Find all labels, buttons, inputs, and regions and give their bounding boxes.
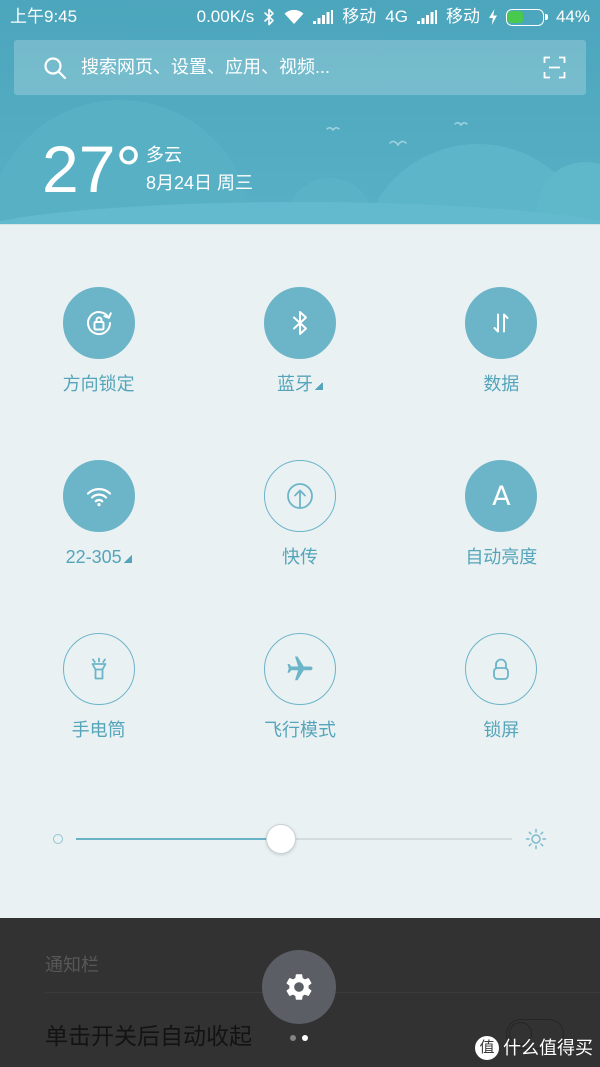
toggle-label: 22-305 <box>66 546 132 568</box>
expand-indicator-icon[interactable] <box>314 382 323 390</box>
toggle-label: 锁屏 <box>483 719 519 741</box>
wifi-icon <box>86 488 111 507</box>
toggle-button[interactable] <box>263 287 336 359</box>
charging-icon <box>488 9 497 25</box>
battery-level-fill <box>508 11 523 23</box>
gear-icon <box>286 974 312 1000</box>
bluetooth-icon <box>292 311 307 335</box>
status-bar: 上午9:45 0.00K/s 移动 4G 移动 44% <box>0 0 600 34</box>
toggle-label-text: 方向锁定 <box>62 374 135 394</box>
toggle-label-text: 手电筒 <box>71 720 126 740</box>
battery-icon <box>505 8 548 26</box>
brightness-slider[interactable] <box>76 824 512 854</box>
search-bar[interactable]: 搜索网页、设置、应用、视频... <box>14 40 586 95</box>
search-input[interactable]: 搜索网页、设置、应用、视频... <box>81 40 330 95</box>
toggle-quick-transfer[interactable]: 快传 <box>199 460 400 633</box>
toggle-label-text: 数据 <box>483 374 520 394</box>
temperature[interactable]: 27° <box>42 136 142 202</box>
toggle-airplane-mode[interactable]: 飞行模式 <box>199 633 400 806</box>
toggle-rotation-lock[interactable]: 方向锁定 <box>0 287 199 460</box>
rotation-lock-icon <box>86 311 112 336</box>
bluetooth-icon <box>263 8 275 26</box>
toggle-label: 方向锁定 <box>63 373 135 395</box>
toggle-button[interactable] <box>263 633 336 705</box>
flashlight-icon <box>91 657 107 680</box>
wifi-icon <box>284 9 304 25</box>
settings-button[interactable] <box>262 950 336 1024</box>
toggle-label: 自动亮度 <box>465 546 537 568</box>
quick-transfer-icon <box>287 483 313 509</box>
toggle-label: 快传 <box>282 546 318 568</box>
toggle-button[interactable] <box>62 460 135 532</box>
toggle-label: 手电筒 <box>72 719 126 741</box>
section-header: 通知栏 <box>45 955 99 975</box>
signal-icon <box>313 10 334 24</box>
search-icon <box>44 57 67 80</box>
toggle-button[interactable] <box>62 287 135 359</box>
screen: 上午9:45 0.00K/s 移动 4G 移动 44% 搜索网页、设置、应用、视… <box>0 0 600 1067</box>
toggle-label-text: 飞行模式 <box>263 720 336 740</box>
brightness-slider-thumb[interactable] <box>265 824 296 854</box>
carrier-label: 移动 <box>342 7 377 26</box>
brightness-low-icon <box>53 834 63 844</box>
weather-date: 8月24日 周三 <box>146 173 254 193</box>
toggle-wifi[interactable]: 22-305 <box>0 460 199 633</box>
net-speed: 0.00K/s <box>196 7 255 26</box>
scan-icon[interactable] <box>543 56 566 79</box>
toggle-button[interactable]: A <box>465 460 538 532</box>
page-indicator <box>290 1035 314 1041</box>
page-dot[interactable] <box>302 1035 308 1041</box>
toggle-flashlight[interactable]: 手电筒 <box>0 633 199 806</box>
header: 上午9:45 0.00K/s 移动 4G 移动 44% 搜索网页、设置、应用、视… <box>0 0 600 224</box>
status-time: 上午9:45 <box>10 7 78 26</box>
mobile-data-icon <box>493 313 509 333</box>
weather-condition: 多云 <box>146 145 182 165</box>
toggle-button[interactable] <box>62 633 135 705</box>
toggle-button[interactable] <box>263 460 336 532</box>
toggle-grid: 方向锁定 蓝牙 数据 22-305 快传 A 自动亮度 手电筒 飞行模式 锁屏 <box>0 287 600 806</box>
brightness-slider-fill <box>76 838 281 840</box>
battery-percent: 44% <box>555 7 590 26</box>
toggle-label-text: 蓝牙 <box>276 374 313 394</box>
brightness-high-icon <box>525 828 547 850</box>
quick-settings-panel: 方向锁定 蓝牙 数据 22-305 快传 A 自动亮度 手电筒 飞行模式 锁屏 <box>0 224 600 918</box>
toggle-label-text: 自动亮度 <box>465 547 538 567</box>
auto-collapse-option-label: 单击开关后自动收起 <box>45 1023 252 1049</box>
toggle-label-text: 锁屏 <box>483 720 520 740</box>
carrier-label: 移动 <box>445 7 480 26</box>
dimmed-settings-page: 通知栏 单击开关后自动收起 值 什么值得买 <box>0 918 600 1067</box>
toggle-label-text: 22-305 <box>65 547 122 567</box>
toggle-label: 蓝牙 <box>277 373 323 395</box>
expand-indicator-icon[interactable] <box>123 555 132 563</box>
signal-icon <box>416 10 437 24</box>
toggle-button[interactable] <box>465 287 538 359</box>
toggle-lock-screen[interactable]: 锁屏 <box>401 633 600 806</box>
toggle-label-text: 快传 <box>281 547 318 567</box>
toggle-auto-brightness[interactable]: A 自动亮度 <box>401 460 600 633</box>
toggle-label: 飞行模式 <box>264 719 336 741</box>
watermark-text: 什么值得买 <box>503 1038 593 1058</box>
status-icons: 0.00K/s 移动 4G 移动 44% <box>197 0 590 34</box>
bird-icon <box>326 121 468 147</box>
page-dot[interactable] <box>290 1035 296 1041</box>
toggle-bluetooth[interactable]: 蓝牙 <box>199 287 400 460</box>
network-type: 4G <box>385 7 408 26</box>
airplane-icon <box>287 656 313 681</box>
weather-widget[interactable]: 多云 8月24日 周三 <box>146 141 253 197</box>
toggle-label: 数据 <box>483 373 519 395</box>
toggle-button[interactable] <box>465 633 538 705</box>
lock-screen-icon <box>493 658 510 680</box>
watermark-logo: 值 <box>475 1036 499 1060</box>
auto-brightness-icon: A <box>492 480 511 512</box>
toggle-mobile-data[interactable]: 数据 <box>401 287 600 460</box>
